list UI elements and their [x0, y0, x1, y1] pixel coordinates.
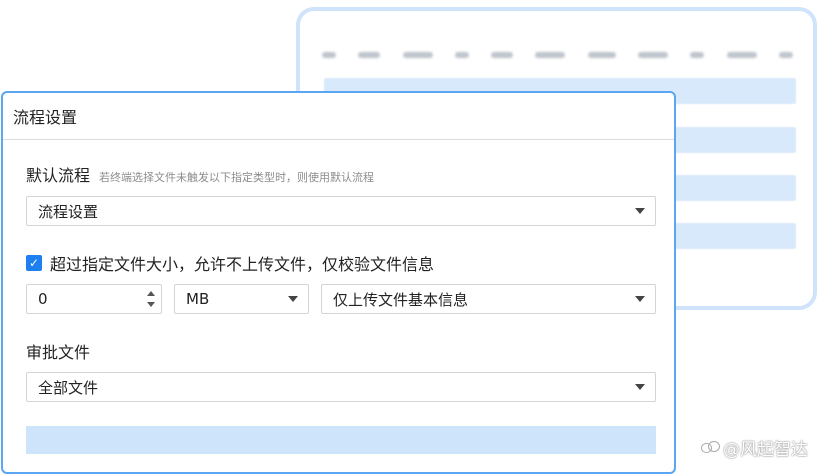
- watermark: @风起智达: [701, 435, 808, 460]
- checkbox-checked-icon[interactable]: ✓: [26, 255, 42, 271]
- blurred-header: [535, 52, 566, 58]
- background-table-headers: [322, 49, 793, 61]
- default-flow-selected-value: 流程设置: [38, 202, 99, 221]
- blurred-header: [726, 52, 757, 58]
- caret-down-icon: [635, 384, 645, 390]
- upload-mode-selected-value: 仅上传文件基本信息: [333, 290, 469, 309]
- blurred-header: [322, 52, 336, 58]
- default-flow-select[interactable]: 流程设置: [26, 196, 656, 226]
- flow-settings-dialog: 流程设置 默认流程 若终端选择文件未触发以下指定类型时，则使用默认流程 流程设置…: [1, 91, 676, 474]
- size-value: 0: [38, 290, 48, 308]
- size-value-stepper[interactable]: 0: [26, 284, 162, 314]
- blurred-header: [454, 52, 469, 58]
- blurred-header: [638, 52, 669, 58]
- approval-files-select[interactable]: 全部文件: [26, 372, 656, 402]
- default-flow-hint: 若终端选择文件未触发以下指定类型时，则使用默认流程: [99, 171, 375, 184]
- blurred-header: [778, 52, 793, 58]
- size-limit-label: 超过指定文件大小，允许不上传文件，仅校验文件信息: [50, 255, 435, 274]
- stepper-down-icon[interactable]: [147, 302, 155, 307]
- blurred-header: [358, 52, 381, 58]
- blurred-header: [491, 52, 514, 58]
- stepper-up-icon[interactable]: [147, 291, 155, 296]
- size-unit-select[interactable]: MB: [174, 284, 309, 314]
- dialog-title: 流程设置: [13, 108, 78, 127]
- approval-files-label: 审批文件: [26, 343, 91, 362]
- chat-bubbles-icon: [701, 440, 720, 455]
- caret-down-icon: [635, 208, 645, 214]
- dialog-header: 流程设置: [3, 93, 674, 140]
- size-unit-selected-value: MB: [186, 290, 210, 308]
- default-flow-label-row: 默认流程 若终端选择文件未触发以下指定类型时，则使用默认流程: [26, 162, 374, 186]
- watermark-text: @风起智达: [723, 440, 808, 460]
- approval-files-selected-value: 全部文件: [38, 378, 99, 397]
- placeholder-bar: [26, 426, 656, 454]
- caret-down-icon: [288, 296, 298, 302]
- caret-down-icon: [635, 296, 645, 302]
- approval-files-label-row: 审批文件: [26, 339, 90, 363]
- blurred-header: [587, 52, 616, 58]
- size-limit-option[interactable]: ✓ 超过指定文件大小，允许不上传文件，仅校验文件信息: [26, 251, 434, 275]
- blurred-header: [402, 52, 433, 58]
- stepper-arrows-icon[interactable]: [147, 289, 155, 309]
- upload-mode-select[interactable]: 仅上传文件基本信息: [321, 284, 656, 314]
- default-flow-label: 默认流程: [26, 166, 91, 185]
- blurred-header: [690, 52, 705, 58]
